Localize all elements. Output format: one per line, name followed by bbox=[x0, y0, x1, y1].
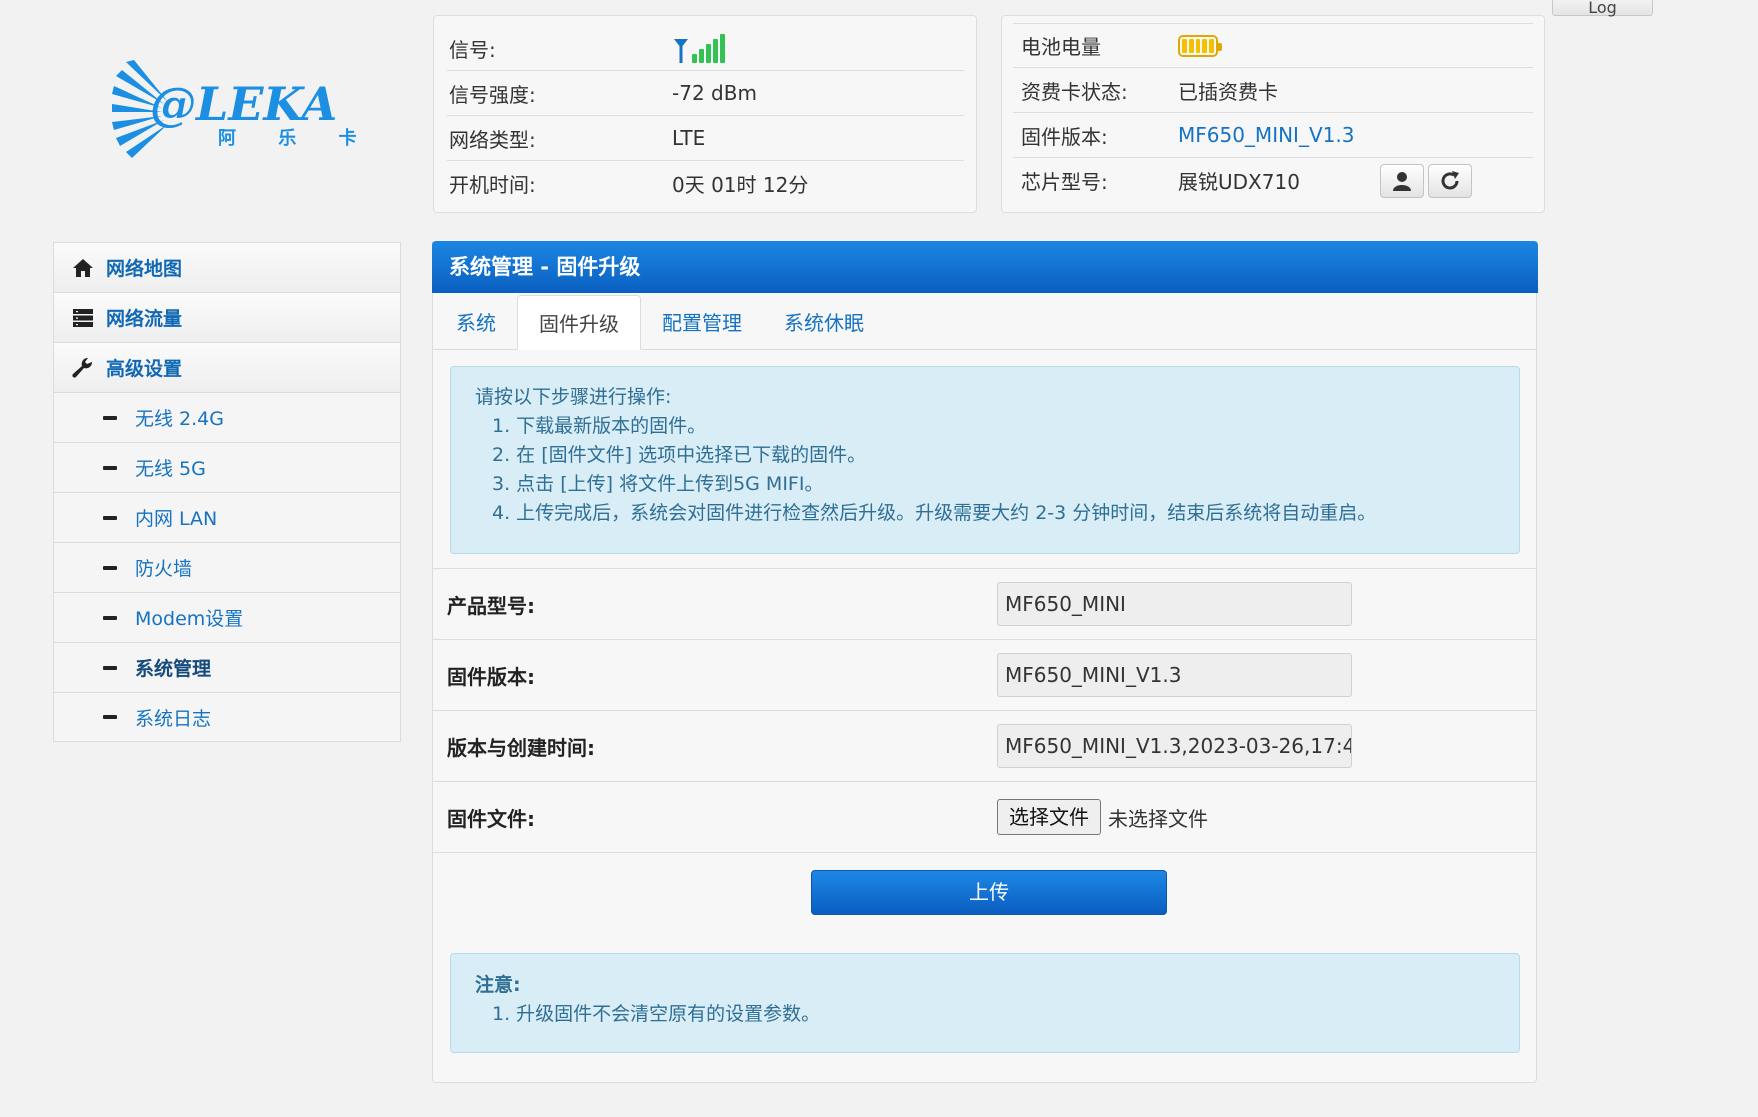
choose-file-button[interactable]: 选择文件 bbox=[997, 799, 1101, 835]
firmware-version-form-row: 固件版本: MF650_MINI_V1.3 bbox=[433, 639, 1537, 710]
dash-icon bbox=[103, 415, 117, 420]
uptime-value: 0天 01时 12分 bbox=[672, 173, 809, 197]
battery-row: 电池电量 bbox=[1013, 23, 1533, 68]
nav-sub-label: 内网 LAN bbox=[135, 508, 218, 530]
tab-system[interactable]: 系统 bbox=[435, 294, 517, 349]
nav-advanced-settings-label: 高级设置 bbox=[106, 358, 183, 380]
sidebar-nav: 网络地图 网络流量 高级设置 无线 2.4G 无线 5G 内网 LAN 防火墙 … bbox=[53, 242, 401, 742]
dash-icon bbox=[103, 665, 117, 670]
firmware-file-row: 固件文件: 选择文件 未选择文件 bbox=[433, 781, 1537, 853]
nav-sub-wifi-24g[interactable]: 无线 2.4G bbox=[53, 392, 401, 442]
instruction-step: 1. 下载最新版本的固件。 bbox=[492, 415, 707, 437]
tab-config-management[interactable]: 配置管理 bbox=[641, 294, 763, 349]
uptime-row: 开机时间: 0天 01时 12分 bbox=[447, 161, 964, 206]
instructions-box: 请按以下步骤进行操作: 1. 下载最新版本的固件。 2. 在 [固件文件] 选项… bbox=[450, 366, 1520, 554]
uptime-label: 开机时间: bbox=[449, 173, 536, 197]
user-icon bbox=[1393, 171, 1411, 191]
tab-system-sleep[interactable]: 系统休眠 bbox=[763, 294, 885, 349]
note-title: 注意: bbox=[475, 974, 521, 996]
product-model-label: 产品型号: bbox=[447, 593, 535, 618]
sim-status-row: 资费卡状态: 已插资费卡 bbox=[1013, 68, 1533, 113]
wrench-icon bbox=[71, 356, 95, 380]
build-time-row: 版本与创建时间: MF650_MINI_V1.3,2023-03-26,17:4… bbox=[433, 710, 1537, 781]
dash-icon bbox=[103, 515, 117, 520]
instructions-list: 1. 下载最新版本的固件。 2. 在 [固件文件] 选项中选择已下载的固件。 3… bbox=[475, 412, 1495, 528]
aleka-logo: @LEKA 阿 乐 卡 bbox=[112, 58, 362, 162]
signal-strength-value: -72 dBm bbox=[672, 81, 757, 105]
build-time-label: 版本与创建时间: bbox=[447, 735, 595, 760]
battery-label: 电池电量 bbox=[1021, 35, 1101, 59]
chip-model-label: 芯片型号: bbox=[1021, 170, 1108, 194]
home-icon bbox=[71, 256, 95, 280]
logo-subtitle-text: 阿 乐 卡 bbox=[218, 127, 362, 149]
chip-model-row: 芯片型号: 展锐UDX710 bbox=[1013, 158, 1533, 203]
nav-sub-system-management[interactable]: 系统管理 bbox=[53, 642, 401, 692]
note-box: 注意: 1. 升级固件不会清空原有的设置参数。 bbox=[450, 953, 1520, 1053]
dash-icon bbox=[103, 565, 117, 570]
user-button[interactable] bbox=[1380, 163, 1424, 198]
logo-rays-icon: @LEKA 阿 乐 卡 bbox=[112, 60, 362, 158]
nav-sub-label: 防火墙 bbox=[135, 558, 193, 580]
nav-sub-label: 系统日志 bbox=[135, 707, 212, 730]
instructions-intro: 请按以下步骤进行操作: bbox=[475, 386, 672, 408]
instruction-step: 3. 点击 [上传] 将文件上传到5G MIFI。 bbox=[492, 473, 824, 495]
signal-value bbox=[672, 33, 964, 63]
battery-icon bbox=[1178, 34, 1222, 57]
battery-value bbox=[1178, 34, 1533, 58]
signal-icon bbox=[672, 33, 964, 63]
firmware-version-label: 固件版本: bbox=[1021, 124, 1108, 149]
nav-sub-label: 系统管理 bbox=[135, 658, 212, 680]
signal-strength-row: 信号强度: -72 dBm bbox=[447, 71, 964, 116]
dash-icon bbox=[103, 465, 117, 470]
nav-sub-system-log[interactable]: 系统日志 bbox=[53, 692, 401, 742]
instruction-step: 2. 在 [固件文件] 选项中选择已下载的固件。 bbox=[492, 444, 867, 466]
page-title: 系统管理 - 固件升级 bbox=[432, 241, 1538, 293]
firmware-version-form-label: 固件版本: bbox=[447, 664, 535, 689]
dash-icon bbox=[103, 715, 117, 719]
chip-model-value: 展锐UDX710 bbox=[1178, 170, 1300, 194]
nav-advanced-settings[interactable]: 高级设置 bbox=[53, 342, 401, 392]
note-item: 1. 升级固件不会清空原有的设置参数。 bbox=[492, 1003, 821, 1025]
nav-sub-label: 无线 2.4G bbox=[135, 408, 224, 430]
signal-row: 信号: bbox=[447, 26, 964, 71]
network-type-row: 网络类型: LTE bbox=[447, 116, 964, 161]
server-icon bbox=[71, 306, 95, 330]
file-status-text: 未选择文件 bbox=[1108, 806, 1208, 831]
product-model-field[interactable]: MF650_MINI bbox=[997, 582, 1352, 626]
nav-sub-wifi-5g[interactable]: 无线 5G bbox=[53, 442, 401, 492]
nav-network-traffic[interactable]: 网络流量 bbox=[53, 292, 401, 342]
log-button[interactable]: Log bbox=[1552, 0, 1653, 17]
signal-label: 信号: bbox=[449, 37, 496, 62]
refresh-icon bbox=[1441, 170, 1459, 189]
nav-sub-label: 无线 5G bbox=[135, 458, 206, 480]
instruction-step: 4. 上传完成后，系统会对固件进行检查然后升级。升级需要大约 2-3 分钟时间，… bbox=[492, 502, 1377, 524]
logo-brand-text: @LEKA bbox=[150, 77, 337, 131]
tab-firmware-upgrade[interactable]: 固件升级 bbox=[517, 295, 641, 350]
antenna-icon bbox=[674, 39, 688, 63]
firmware-version-link[interactable]: MF650_MINI_V1.3 bbox=[1178, 123, 1533, 147]
nav-sub-modem[interactable]: Modem设置 bbox=[53, 592, 401, 642]
firmware-version-row: 固件版本: MF650_MINI_V1.3 bbox=[1013, 113, 1533, 158]
nav-sub-firewall[interactable]: 防火墙 bbox=[53, 542, 401, 592]
nav-network-map[interactable]: 网络地图 bbox=[53, 242, 401, 292]
status-panel-right: 电池电量 资费卡状态: 已插资费卡 固件版本: MF650_MINI_V1.3 … bbox=[1001, 15, 1545, 213]
sim-status-label: 资费卡状态: bbox=[1021, 79, 1128, 104]
nav-sub-label: Modem设置 bbox=[135, 608, 244, 630]
dash-icon bbox=[103, 615, 117, 620]
tab-bar: 系统 固件升级 配置管理 系统休眠 bbox=[433, 295, 1537, 350]
refresh-button[interactable] bbox=[1428, 163, 1472, 198]
network-type-value: LTE bbox=[672, 126, 706, 150]
status-panel-left: 信号: 信号强度: -72 dBm 网络类型: LTE 开机时间: 0天 01时… bbox=[433, 15, 977, 213]
nav-network-traffic-label: 网络流量 bbox=[106, 308, 183, 330]
build-time-field[interactable]: MF650_MINI_V1.3,2023-03-26,17:40 bbox=[997, 724, 1352, 768]
firmware-file-label: 固件文件: bbox=[447, 806, 535, 831]
nav-network-map-label: 网络地图 bbox=[106, 258, 183, 280]
signal-strength-label: 信号强度: bbox=[449, 82, 536, 107]
upload-button[interactable]: 上传 bbox=[811, 870, 1167, 915]
product-model-row: 产品型号: MF650_MINI bbox=[433, 568, 1537, 639]
nav-sub-lan[interactable]: 内网 LAN bbox=[53, 492, 401, 542]
network-type-label: 网络类型: bbox=[449, 127, 536, 152]
sim-status-value: 已插资费卡 bbox=[1178, 79, 1278, 104]
firmware-version-field[interactable]: MF650_MINI_V1.3 bbox=[997, 653, 1352, 697]
